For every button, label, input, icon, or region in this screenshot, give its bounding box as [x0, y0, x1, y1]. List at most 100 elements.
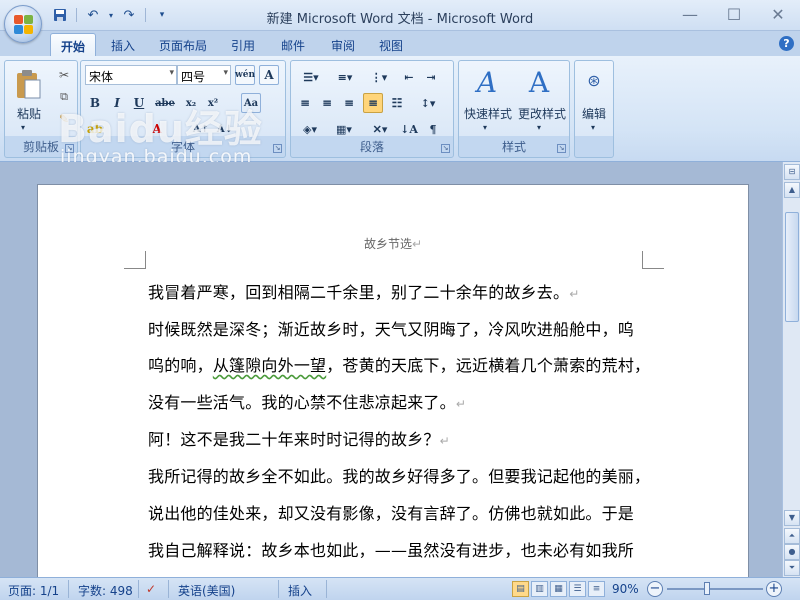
- character-border-icon[interactable]: A: [259, 65, 279, 85]
- scroll-down-icon[interactable]: ▼: [784, 510, 800, 526]
- proofing-icon[interactable]: ✓: [146, 582, 156, 596]
- web-layout-icon[interactable]: ▦: [550, 581, 567, 597]
- status-bar: 页面: 1/1 字数: 498 ✓ 英语(美国) 插入 ▤ ▥ ▦ ☰ ≡ 90…: [0, 577, 800, 600]
- chinese-layout-icon[interactable]: ✕▾: [365, 119, 395, 139]
- body-line: 没有一些活气。我的心禁不住悲凉起来了。↵: [148, 389, 466, 413]
- styles-launcher-icon[interactable]: ↘: [557, 144, 566, 153]
- body-line: 时候既然是深冬；渐近故乡时，天气又阴晦了，冷风吹进船舱中，呜: [148, 320, 635, 339]
- scrollbar-thumb[interactable]: [785, 212, 799, 322]
- editing-label[interactable]: 编辑: [575, 105, 613, 122]
- show-marks-icon[interactable]: ¶: [423, 119, 443, 139]
- full-screen-reading-icon[interactable]: ▥: [531, 581, 548, 597]
- office-logo-icon: [14, 15, 34, 35]
- sort-icon[interactable]: ↓A: [399, 119, 419, 139]
- body-line-text: 呜的响，: [148, 356, 213, 375]
- zoom-in-icon[interactable]: +: [766, 581, 782, 597]
- numbering-icon[interactable]: ≡▾: [329, 67, 361, 87]
- paragraph-group: ☰▾ ≡▾ ⋮▾ ⇤ ⇥ ≡ ≡ ≡ ≡ ☷ ↕▾ ◈▾ ▦▾ ✕▾ ↓A ¶ …: [290, 60, 454, 158]
- editing-group: ⊛ 编辑 ▾: [574, 60, 614, 158]
- body-line-text: 没有一些活气。我的心禁不住悲凉起来了。: [148, 393, 456, 412]
- help-icon[interactable]: ?: [779, 36, 794, 51]
- justify-icon[interactable]: ≡: [363, 93, 383, 113]
- font-size-combo[interactable]: 四号 ▾: [177, 65, 231, 85]
- grammar-flagged-text[interactable]: 从篷隙向外一望: [213, 356, 326, 375]
- quick-styles-label[interactable]: 快速样式: [461, 105, 515, 122]
- status-separator: [326, 580, 327, 598]
- language-indicator[interactable]: 英语(美国): [178, 582, 235, 599]
- chevron-down-icon[interactable]: ▾: [591, 123, 595, 132]
- increase-indent-icon[interactable]: ⇥: [421, 67, 441, 87]
- zoom-slider-thumb[interactable]: [704, 582, 710, 595]
- draft-view-icon[interactable]: ≡: [588, 581, 605, 597]
- zoom-slider[interactable]: [667, 588, 763, 590]
- borders-icon[interactable]: ▦▾: [329, 119, 359, 139]
- line-spacing-icon[interactable]: ↕▾: [413, 93, 443, 113]
- align-right-icon[interactable]: ≡: [339, 93, 359, 113]
- change-styles-icon[interactable]: A: [523, 65, 555, 99]
- document-page[interactable]: 故乡节选↵ 我冒着严寒，回到相隔二千余里，别了二十余年的故乡去。↵ 时候既然是深…: [37, 184, 749, 577]
- distributed-icon[interactable]: ☷: [387, 93, 407, 113]
- status-separator: [68, 580, 69, 598]
- chevron-down-icon[interactable]: ▾: [483, 123, 487, 132]
- shading-icon[interactable]: ◈▾: [295, 119, 325, 139]
- body-line: 呜的响，从篷隙向外一望，苍黄的天底下，远近横着几个萧索的荒村，: [148, 352, 650, 376]
- decrease-indent-icon[interactable]: ⇤: [399, 67, 419, 87]
- outline-view-icon[interactable]: ☰: [569, 581, 586, 597]
- close-button[interactable]: ✕: [756, 0, 800, 28]
- chevron-down-icon: ▾: [169, 68, 174, 78]
- multilevel-list-icon[interactable]: ⋮▾: [363, 67, 395, 87]
- tab-home[interactable]: 开始: [50, 33, 96, 56]
- select-browse-object-icon[interactable]: ●: [784, 544, 800, 560]
- office-button[interactable]: [4, 5, 42, 43]
- next-page-icon[interactable]: ⏷: [784, 560, 800, 576]
- page-header-text: 故乡节选: [363, 237, 412, 251]
- ribbon-tab-bar: 开始 插入 页面布局 引用 邮件 审阅 视图 ?: [0, 31, 800, 56]
- align-left-icon[interactable]: ≡: [295, 93, 315, 113]
- body-line-text: 阿！这不是我二十年来时时记得的故乡？: [148, 430, 440, 449]
- previous-page-icon[interactable]: ⏶: [784, 528, 800, 544]
- bullets-icon[interactable]: ☰▾: [295, 67, 327, 87]
- minimize-button[interactable]: —: [668, 0, 712, 28]
- styles-group-label: 样式: [501, 140, 526, 154]
- styles-group: A A 快速样式 更改样式 ▾ ▾ 样式 ↘: [458, 60, 570, 158]
- tab-review[interactable]: 审阅: [320, 33, 366, 56]
- scroll-up-icon[interactable]: ▲: [784, 182, 800, 198]
- tab-references[interactable]: 引用: [220, 33, 266, 56]
- tab-page-layout[interactable]: 页面布局: [146, 33, 220, 56]
- change-styles-label[interactable]: 更改样式: [515, 105, 569, 122]
- chevron-down-icon[interactable]: ▾: [537, 123, 541, 132]
- align-center-icon[interactable]: ≡: [317, 93, 337, 113]
- word-count[interactable]: 字数: 498: [78, 582, 133, 599]
- tab-mailings[interactable]: 邮件: [270, 33, 316, 56]
- binoculars-icon[interactable]: ⊛: [583, 67, 605, 93]
- paragraph-mark: ↵: [455, 397, 467, 411]
- ruler-toggle-icon[interactable]: ⊟: [784, 164, 800, 180]
- page-count[interactable]: 页面: 1/1: [8, 582, 59, 599]
- maximize-button[interactable]: ☐: [712, 0, 756, 28]
- quick-styles-icon[interactable]: A: [471, 65, 503, 99]
- cut-icon[interactable]: ✂: [55, 67, 73, 83]
- tab-view[interactable]: 视图: [368, 33, 414, 56]
- font-launcher-icon[interactable]: ↘: [273, 144, 282, 153]
- phonetic-guide-icon[interactable]: wén: [235, 65, 255, 85]
- paragraph-mark: ↵: [439, 434, 450, 448]
- status-separator: [138, 580, 139, 598]
- tab-insert[interactable]: 插入: [100, 33, 146, 56]
- zoom-out-icon[interactable]: −: [647, 581, 663, 597]
- paste-label[interactable]: 粘贴: [9, 105, 49, 122]
- body-line-text: ，苍黄的天底下，远近横着几个萧索的荒村，: [326, 356, 651, 375]
- paragraph-mark: ↵: [411, 237, 423, 251]
- font-name-combo[interactable]: 宋体 ▾: [85, 65, 177, 85]
- vertical-scrollbar[interactable]: ⊟ ▲ ▼ ⏶ ● ⏷: [782, 162, 800, 577]
- paste-dropdown-icon[interactable]: ▾: [21, 123, 25, 132]
- paste-icon[interactable]: [13, 67, 43, 101]
- body-line-text: 我冒着严寒，回到相隔二千余里，别了二十余年的故乡去。: [148, 283, 570, 302]
- print-layout-view-icon[interactable]: ▤: [512, 581, 529, 597]
- font-size-value: 四号: [181, 70, 206, 84]
- font-name-value: 宋体: [89, 70, 114, 84]
- crop-mark-top-right: [642, 251, 664, 269]
- watermark-logo: Baidu经验: [58, 107, 263, 151]
- insert-mode[interactable]: 插入: [288, 582, 312, 599]
- zoom-level[interactable]: 90%: [612, 582, 639, 596]
- paragraph-launcher-icon[interactable]: ↘: [441, 144, 450, 153]
